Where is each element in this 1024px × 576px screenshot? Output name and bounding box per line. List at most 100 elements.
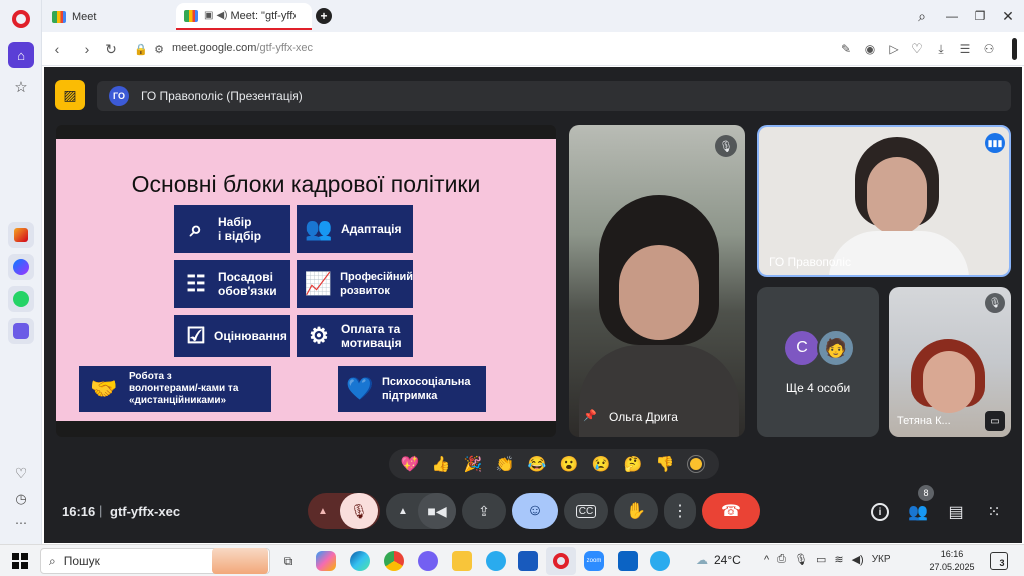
scrollbar-handle[interactable] [1012,38,1017,60]
zoom-icon[interactable]: zoom [584,551,604,571]
tab-meet[interactable]: Meet [44,3,174,30]
send-icon[interactable]: ▷ [885,40,903,58]
search-tabs-icon[interactable]: ⌕ [912,6,932,26]
opera-taskbar-active[interactable] [546,547,576,575]
reaction-thinking[interactable]: 🤔 [617,455,649,473]
more-vertical-icon: ⋮ [672,503,688,520]
raise-hand-button[interactable]: ✋ [614,493,658,529]
reaction-thumbs-down[interactable]: 👎 [649,455,681,473]
reaction-thumbs-up[interactable]: 👍 [425,455,457,473]
word-icon[interactable] [518,551,538,571]
camera-icon[interactable]: ◉ [861,40,879,58]
smiley-icon: ☺ [526,502,544,519]
easy-setup-icon[interactable]: ☰ [956,40,974,58]
chat-icon[interactable]: ▤ [944,500,968,524]
mic-off-icon: 🎙 [350,502,368,519]
task-view-icon[interactable]: ⧉ [278,551,298,571]
block-psychosocial: 💙 Психосоціальна підтримка [338,366,486,412]
leave-call-button[interactable]: ☎ [702,493,760,529]
meeting-title: ГО Правополіс (Презентація) [141,89,303,103]
reaction-party[interactable]: 🎉 [457,455,489,473]
captions-button[interactable]: CC [564,493,608,529]
meeting-info-icon[interactable]: i [868,500,892,524]
history-icon[interactable]: ◷ [12,490,30,508]
profile-icon[interactable]: ⚇ [980,40,998,58]
back-icon[interactable]: ‹ [48,40,66,58]
speaker-icon[interactable]: ◀) [216,10,227,21]
weather-widget[interactable]: ☁ 24°C [696,553,741,567]
copilot-icon[interactable] [316,551,336,571]
whatsapp-icon[interactable] [8,286,34,312]
edge-icon[interactable] [350,551,370,571]
block-line: Психосоціальна [382,376,471,388]
reactions-button[interactable]: ☺ [512,493,558,529]
heart-icon[interactable]: ♡ [908,40,926,58]
downloader-icon[interactable] [618,551,638,571]
skin-tone-button[interactable] [681,455,711,473]
pin-icon[interactable]: 📌 [583,409,597,422]
reaction-sad[interactable]: 😢 [585,455,617,473]
people-icon[interactable]: 👥 [906,500,930,524]
presentation-stop-icon[interactable]: ▨ [55,80,85,110]
phone-hangup-icon: ☎ [721,503,741,520]
reaction-laugh[interactable]: 😂 [521,455,553,473]
meet-favicon-icon [52,10,66,23]
reaction-clap[interactable]: 👏 [489,455,521,473]
participant-count-badge: 8 [918,485,934,501]
aria-icon[interactable] [8,222,34,248]
windows-start-icon[interactable] [12,553,28,569]
minimize-button[interactable]: — [942,6,962,26]
battery-icon[interactable]: ▭ [816,553,826,566]
heart-icon[interactable]: ♡ [12,464,30,482]
camera-toggle-button[interactable]: ■◀ [418,493,456,529]
chevron-up-icon[interactable]: ^ [764,554,769,566]
forward-icon[interactable]: › [78,40,96,58]
tray-device-icon[interactable]: ⎙ [777,553,786,566]
lock-icon[interactable]: 🔒 [132,40,150,58]
participant-tile-presenter[interactable]: ▮▮▮ ГО Правополіс [757,125,1011,277]
more-icon[interactable]: ⋯ [12,514,30,532]
block-line: Оплата та [341,322,401,336]
viber-icon[interactable] [418,551,438,571]
file-explorer-icon[interactable] [452,551,472,571]
clock[interactable]: 16:16 27.05.2025 [924,548,980,574]
language-indicator[interactable]: УКР [872,554,891,565]
opera-logo-icon[interactable] [12,10,30,28]
captions-icon: CC [575,504,597,518]
telegram-icon[interactable] [486,551,506,571]
download-icon[interactable]: ⤓ [932,40,950,58]
mic-icon[interactable]: 🎙 [794,553,808,566]
present-button[interactable]: ⇪ [462,493,506,529]
volume-icon[interactable]: ◀) [852,553,864,566]
restore-button[interactable]: ❐ [970,6,990,26]
mic-off-icon: 🎙 [985,293,1005,313]
participant-tile-others[interactable]: C 🧑 Ще 4 особи [757,287,879,437]
close-window-button[interactable]: ✕ [998,6,1018,26]
site-settings-icon[interactable]: ⚙ [150,40,168,58]
participant-tile-pinned[interactable]: 🎙 📌 Ольга Дрига [569,125,745,437]
others-count-label: Ще 4 особи [785,381,851,395]
chrome-icon[interactable] [384,551,404,571]
home-icon[interactable]: ⌂ [8,42,34,68]
network-icon[interactable]: ≋ [834,553,843,566]
participant-tile-bottom[interactable]: 🎙 Тетяна К... ▭ [889,287,1011,437]
search-icon: ⌕ [49,553,56,568]
reaction-surprise[interactable]: 😮 [553,455,585,473]
participant-name: ГО Правополіс [769,255,851,269]
block-line: мотивація [341,336,402,350]
new-tab-button[interactable]: + [316,8,332,24]
more-options-button[interactable]: ⋮ [664,493,696,529]
star-icon[interactable]: ☆ [8,74,34,100]
block-line: розвиток [340,285,390,297]
mic-toggle-button[interactable]: 🎙 [340,493,378,529]
music-icon[interactable] [8,318,34,344]
messenger-icon[interactable] [8,254,34,280]
picture-in-picture-icon[interactable]: ▭ [985,411,1005,431]
edit-icon[interactable]: ✎ [837,40,855,58]
telegram-icon-2[interactable] [650,551,670,571]
activities-icon[interactable]: ⁙ [982,500,1006,524]
reload-icon[interactable]: ↻ [102,40,120,58]
reaction-heart[interactable]: 💖 [395,455,425,473]
url-field[interactable]: meet.google.com/gtf-yffx-xec [172,42,313,54]
tab-meet-active[interactable]: ▣ ◀) Meet: "gtf-yffx-xec [176,3,312,30]
